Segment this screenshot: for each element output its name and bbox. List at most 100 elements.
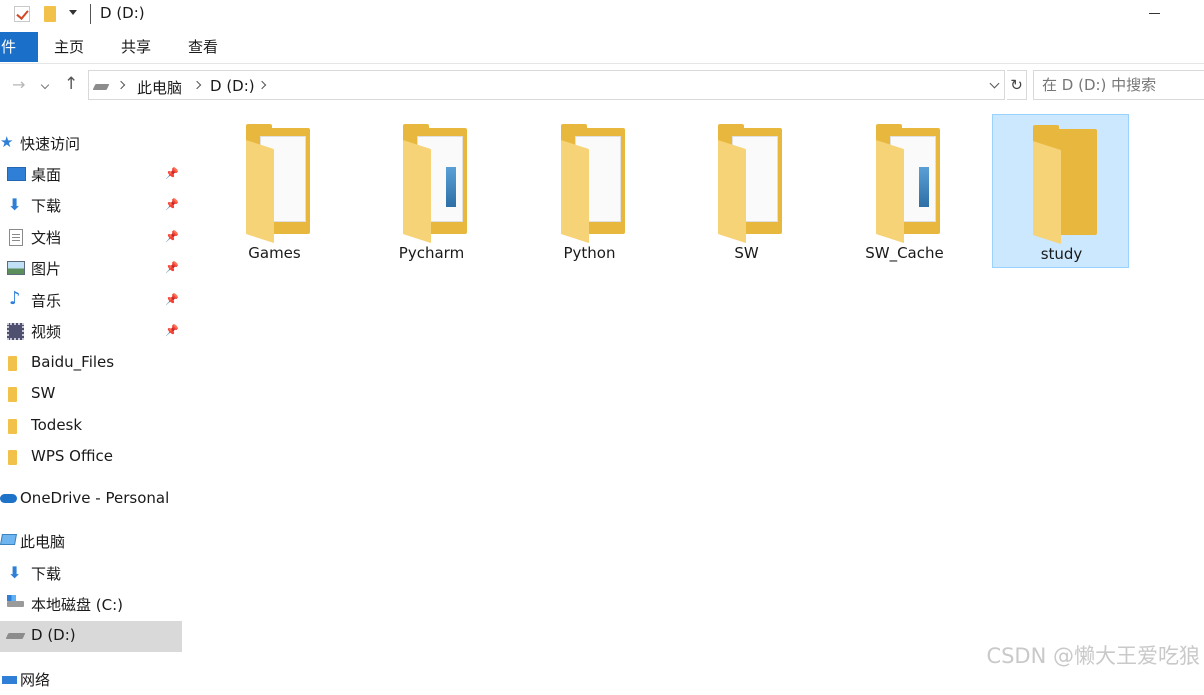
folder-icon (403, 128, 469, 236)
nav-label: 下载 (31, 195, 61, 216)
refresh-icon: ↻ (1010, 76, 1023, 94)
nav-label: SW (31, 384, 55, 402)
navigation-pane: ★ 快速访问 桌面 📌 ⬇ 下载 📌 文档 📌 图片 📌 ♪ 音乐 📌 视频 📌… (0, 108, 184, 674)
folder-icon (8, 450, 17, 465)
window-title: D (D:) (100, 4, 145, 22)
folder-item-games[interactable]: Games (206, 114, 343, 268)
folder-icon (876, 128, 942, 236)
pin-icon[interactable]: 📌 (165, 199, 176, 210)
nav-label: 此电脑 (20, 531, 65, 552)
folder-item-pycharm[interactable]: Pycharm (363, 114, 500, 268)
folder-name: study (993, 245, 1130, 263)
nav-local-disk-c[interactable]: 本地磁盘 (C:) (0, 589, 182, 620)
folder-name: Games (206, 244, 343, 262)
minimize-button[interactable] (1149, 13, 1160, 14)
tab-home[interactable]: 主页 (54, 32, 84, 62)
download-icon: ⬇ (8, 195, 21, 214)
nav-item-baidu-files[interactable]: Baidu_Files (0, 348, 182, 379)
drive-icon (6, 633, 26, 639)
pin-icon[interactable]: 📌 (165, 325, 176, 336)
nav-onedrive[interactable]: OneDrive - Personal (0, 484, 182, 515)
pin-icon[interactable]: 📌 (165, 168, 176, 179)
back-arrow-icon[interactable]: → (12, 75, 25, 94)
watermark: CSDN @懒大王爱吃狼 (986, 640, 1200, 670)
folder-icon (561, 128, 627, 236)
nav-item-desktop[interactable]: 桌面 📌 (0, 159, 182, 190)
video-icon (7, 323, 24, 340)
nav-label: Baidu_Files (31, 353, 114, 371)
pin-icon[interactable]: 📌 (165, 262, 176, 273)
nav-item-videos[interactable]: 视频 📌 (0, 316, 182, 347)
nav-label: 快速访问 (20, 133, 80, 154)
nav-label: 下载 (31, 563, 61, 584)
nav-label: 网络 (20, 669, 50, 690)
address-bar[interactable]: 此电脑 D (D:) (88, 70, 1005, 100)
music-icon: ♪ (9, 288, 21, 309)
file-list: Games Pycharm Python SW SW_Cache study (186, 108, 1204, 674)
nav-label: 桌面 (31, 164, 61, 185)
pin-icon[interactable]: 📌 (165, 294, 176, 305)
nav-label: D (D:) (31, 626, 76, 644)
recent-locations-chevron-icon[interactable] (41, 81, 49, 89)
customize-toolbar-chevron-icon[interactable] (69, 10, 77, 15)
folder-item-study[interactable]: study (992, 114, 1129, 268)
nav-label: OneDrive - Personal (20, 489, 169, 507)
nav-label: 图片 (31, 258, 61, 279)
folder-name: Python (521, 244, 658, 262)
tab-file[interactable]: 件 (0, 32, 38, 62)
nav-this-pc[interactable]: 此电脑 (0, 526, 182, 557)
nav-item-wps-office[interactable]: WPS Office (0, 442, 182, 473)
breadcrumb-d-drive[interactable]: D (D:) (210, 77, 255, 95)
nav-network[interactable]: 网络 (0, 664, 182, 695)
folder-icon (1033, 129, 1099, 237)
nav-label: 文档 (31, 227, 61, 248)
cloud-icon (0, 494, 17, 503)
up-arrow-icon[interactable]: ↑ (64, 74, 78, 94)
title-bar: D (D:) (0, 0, 1204, 30)
breadcrumb-chevron-icon[interactable] (258, 81, 266, 89)
nav-label: Todesk (31, 416, 82, 434)
tab-view[interactable]: 查看 (188, 32, 218, 62)
nav-pc-downloads[interactable]: ⬇ 下载 (0, 558, 182, 589)
folder-name: SW_Cache (836, 244, 973, 262)
folder-item-python[interactable]: Python (521, 114, 658, 268)
nav-item-music[interactable]: ♪ 音乐 📌 (0, 285, 182, 316)
folder-icon (718, 128, 784, 236)
picture-icon (7, 261, 25, 275)
nav-label: 音乐 (31, 290, 61, 311)
star-icon: ★ (0, 133, 13, 151)
nav-item-documents[interactable]: 文档 📌 (0, 222, 182, 253)
search-input[interactable]: 在 D (D:) 中搜索 (1033, 70, 1204, 100)
nav-item-sw[interactable]: SW (0, 379, 182, 410)
address-dropdown-icon[interactable] (990, 79, 1000, 89)
folder-icon (8, 356, 17, 371)
address-row: → ↑ 此电脑 D (D:) ↻ 在 D (D:) 中搜索 (0, 66, 1204, 104)
nav-label: 本地磁盘 (C:) (31, 594, 123, 615)
tab-share[interactable]: 共享 (121, 32, 151, 62)
folder-item-sw[interactable]: SW (678, 114, 815, 268)
nav-label: 视频 (31, 321, 61, 342)
network-icon (2, 676, 17, 684)
desktop-icon (7, 167, 26, 181)
folder-icon (8, 419, 17, 434)
drive-icon (93, 84, 110, 90)
document-icon (9, 229, 23, 246)
refresh-button[interactable]: ↻ (1007, 70, 1027, 100)
properties-check-icon[interactable] (14, 6, 30, 22)
nav-d-drive[interactable]: D (D:) (0, 621, 182, 652)
folder-icon (8, 387, 17, 402)
nav-label: WPS Office (31, 447, 113, 465)
breadcrumb-this-pc[interactable]: 此电脑 (137, 77, 182, 98)
folder-name: Pycharm (363, 244, 500, 262)
nav-item-downloads[interactable]: ⬇ 下载 📌 (0, 190, 182, 221)
new-folder-icon[interactable] (44, 6, 56, 22)
computer-icon (0, 534, 17, 545)
folder-item-sw-cache[interactable]: SW_Cache (836, 114, 973, 268)
breadcrumb-chevron-icon[interactable] (193, 81, 201, 89)
download-icon: ⬇ (8, 563, 21, 582)
nav-quick-access[interactable]: ★ 快速访问 (0, 128, 182, 159)
breadcrumb-chevron-icon[interactable] (117, 81, 125, 89)
nav-item-todesk[interactable]: Todesk (0, 411, 182, 442)
pin-icon[interactable]: 📌 (165, 231, 176, 242)
nav-item-pictures[interactable]: 图片 📌 (0, 253, 182, 284)
